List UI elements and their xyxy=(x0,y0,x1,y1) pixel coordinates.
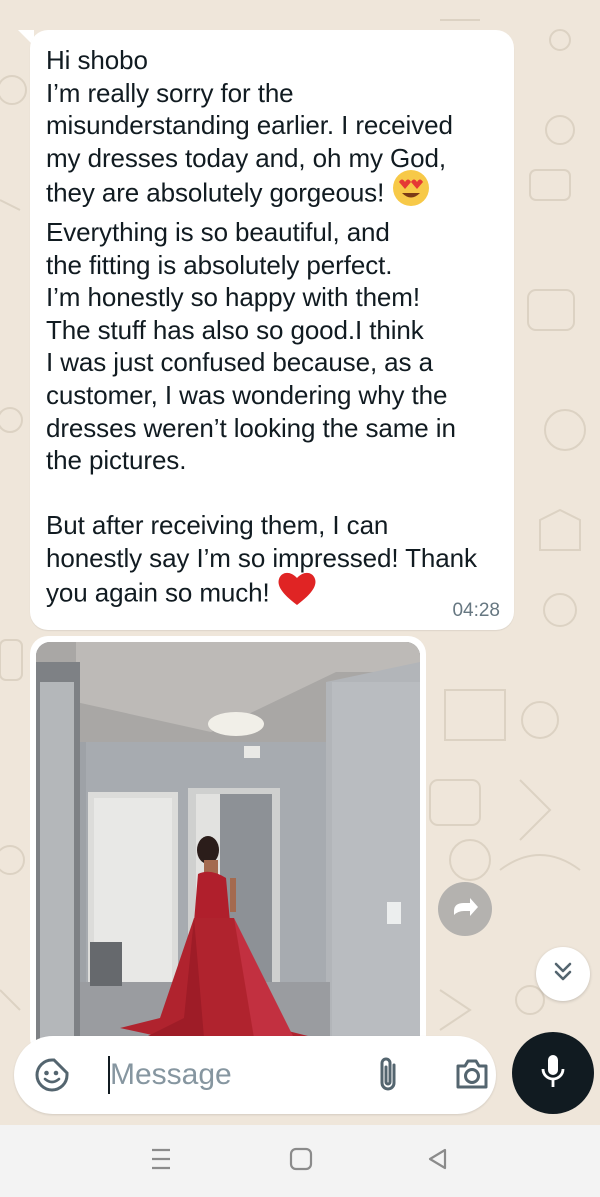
system-navigation-bar xyxy=(0,1125,600,1197)
scroll-to-bottom-button[interactable] xyxy=(536,947,590,1001)
recent-apps-icon[interactable] xyxy=(150,1147,172,1176)
home-icon[interactable] xyxy=(289,1147,313,1176)
incoming-message-bubble[interactable]: Hi shobo I’m really sorry for the misund… xyxy=(30,30,514,630)
red-heart-emoji-icon xyxy=(277,569,317,615)
photo-woman-red-gown[interactable] xyxy=(36,642,420,1056)
message-composer xyxy=(14,1036,496,1114)
microphone-button[interactable] xyxy=(512,1032,594,1114)
sticker-icon[interactable] xyxy=(34,1057,70,1098)
back-icon[interactable] xyxy=(427,1147,449,1176)
message-timestamp: 04:28 xyxy=(452,600,500,621)
message-input[interactable] xyxy=(110,1052,350,1098)
forward-button[interactable] xyxy=(438,882,492,936)
paperclip-icon[interactable] xyxy=(374,1055,404,1100)
camera-icon[interactable] xyxy=(454,1057,490,1096)
message-text: Hi shobo I’m really sorry for the misund… xyxy=(46,44,506,614)
heart-eyes-emoji-icon xyxy=(391,168,431,216)
photo-illustration xyxy=(36,642,420,1056)
image-message-bubble[interactable] xyxy=(30,636,426,1056)
forward-icon xyxy=(450,895,480,924)
double-chevron-down-icon xyxy=(551,960,575,989)
microphone-icon xyxy=(538,1053,568,1094)
